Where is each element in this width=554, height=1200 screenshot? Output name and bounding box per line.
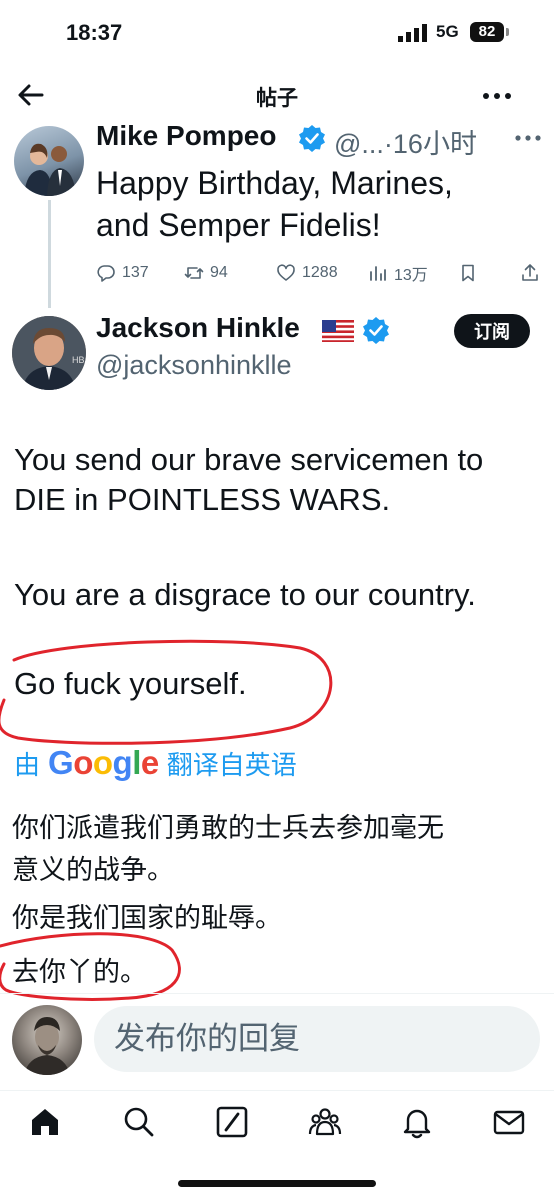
network-label: 5G (436, 22, 459, 41)
views-button[interactable]: 13万 (368, 258, 428, 288)
translated-line: 你们派遣我们勇敢的士兵去参加毫无 (12, 813, 444, 844)
battery-tip (506, 28, 509, 36)
reply-button[interactable]: 137 (96, 258, 149, 288)
more-icon[interactable] (514, 134, 542, 142)
translated-paragraph: 你们派遣我们勇敢的士兵去参加毫无 意义的战争。 (12, 808, 542, 892)
tweet-time: ·16小时 (383, 129, 477, 159)
author-name[interactable]: Jackson Hinkle (96, 312, 300, 344)
bookmark-button[interactable] (458, 258, 478, 288)
home-icon[interactable] (28, 1105, 62, 1139)
view-count: 13万 (394, 267, 428, 284)
views-icon (370, 266, 386, 281)
author-handle[interactable]: @jacksonhinklle (96, 350, 292, 381)
reply-input[interactable] (94, 1006, 540, 1072)
author-handle-time: @...·16小时 (334, 122, 477, 161)
bookmark-icon (462, 264, 474, 282)
tweet-text-line: DIE in POINTLESS WARS. (14, 482, 391, 517)
search-icon[interactable] (122, 1105, 156, 1139)
us-flag-icon (322, 320, 354, 342)
avatar-jackson-hinkle[interactable]: HB (12, 316, 86, 390)
author-name[interactable]: Mike Pompeo (96, 120, 276, 152)
share-button[interactable] (520, 258, 540, 288)
author-handle[interactable]: @... (334, 129, 384, 159)
tweet-text-line: Happy Birthday, Marines, (96, 165, 453, 201)
thread-line (48, 200, 51, 308)
page-title: 帖子 (256, 87, 298, 110)
translated-paragraph: 去你丫的。 (12, 957, 147, 988)
home-indicator[interactable] (178, 1180, 376, 1187)
tweet-paragraph: You send our brave servicemen to DIE in … (14, 440, 544, 520)
subscribe-button[interactable]: 订阅 (454, 314, 530, 348)
grok-icon[interactable] (215, 1105, 249, 1139)
tweet-text: Happy Birthday, Marines, and Semper Fide… (96, 162, 536, 246)
avatar-current-user (12, 1005, 82, 1075)
svg-text:HB: HB (72, 355, 85, 365)
translated-paragraph: 你是我们国家的耻辱。 (12, 903, 282, 934)
bottom-tab-bar (0, 1090, 554, 1150)
status-bar: 18:37 5G 82 (0, 0, 554, 66)
messages-icon[interactable] (492, 1105, 526, 1139)
reply-icon (97, 265, 115, 282)
translation-attribution[interactable]: 由 Google 翻译自英语 (14, 744, 297, 782)
signal-icon (398, 24, 427, 42)
share-icon (522, 264, 538, 281)
tweet-actions: 137 94 1288 13万 (96, 258, 544, 288)
divider (0, 993, 554, 994)
avatar-mike-pompeo[interactable] (14, 126, 84, 196)
notifications-icon[interactable] (400, 1105, 434, 1139)
translate-prefix: 由 (14, 750, 41, 781)
google-logo: Google (48, 744, 159, 781)
like-count: 1288 (302, 264, 338, 281)
tweet-text-line: You send our brave servicemen to (14, 442, 484, 477)
verified-icon (299, 125, 325, 152)
top-bar: 帖子 (0, 70, 554, 120)
reply-count: 137 (122, 264, 149, 281)
tweet-paragraph: Go fuck yourself. (14, 666, 247, 701)
verified-icon (363, 317, 389, 344)
communities-icon[interactable] (308, 1105, 342, 1139)
tweet-text-line: and Semper Fidelis! (96, 207, 381, 243)
retweet-count: 94 (210, 264, 228, 281)
translated-line: 意义的战争。 (12, 855, 174, 886)
more-icon[interactable] (482, 92, 512, 100)
tweet-paragraph: You are a disgrace to our country. (14, 577, 476, 612)
like-button[interactable]: 1288 (276, 258, 338, 288)
translate-suffix: 翻译自英语 (166, 750, 297, 781)
like-icon (277, 264, 295, 281)
retweet-button[interactable]: 94 (184, 258, 228, 288)
battery-icon: 82 (470, 22, 504, 42)
status-time: 18:37 (66, 20, 123, 45)
retweet-icon (184, 267, 204, 279)
